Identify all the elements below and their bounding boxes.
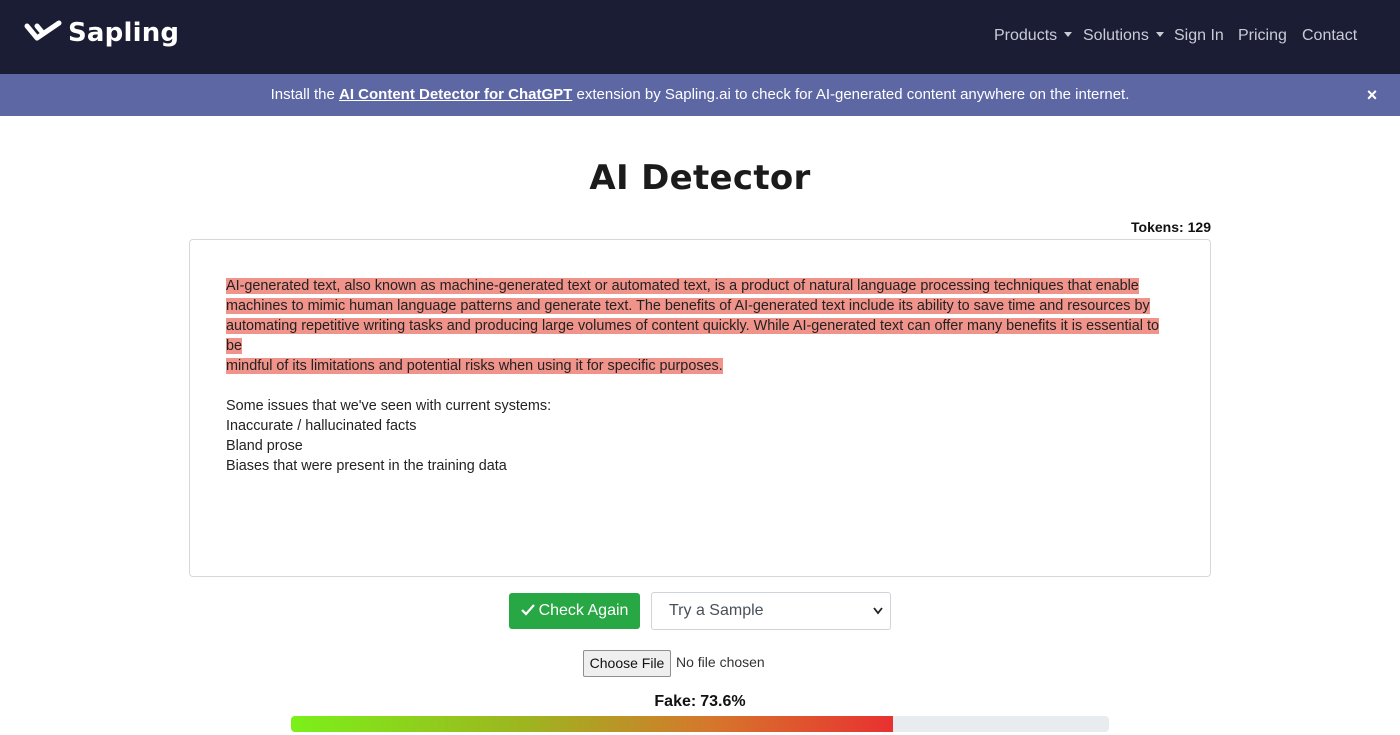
check-again-label: Check Again [538, 602, 629, 619]
nav-pricing[interactable]: Pricing [1238, 26, 1287, 46]
chevron-down-icon [1064, 32, 1073, 37]
nav-solutions[interactable]: Solutions [1083, 26, 1164, 46]
brand-logo[interactable]: Sapling [24, 16, 179, 50]
fake-score-bar-fill [291, 716, 894, 732]
check-icon [520, 593, 535, 629]
token-count: Tokens: 129 [1131, 219, 1211, 235]
text-line: Biases that were present in the training… [226, 458, 507, 474]
choose-file-button[interactable]: Choose File [583, 650, 671, 677]
text-line: Some issues that we've seen with current… [226, 398, 552, 414]
highlighted-line: AI-generated text, also known as machine… [226, 278, 1139, 294]
fake-score-label: Fake: [654, 693, 697, 710]
fake-score: Fake: 73.6% [0, 693, 1400, 711]
text-line: Bland prose [226, 438, 303, 454]
nav-products[interactable]: Products [994, 26, 1073, 46]
sample-select[interactable]: Try a Sample [651, 592, 891, 630]
extension-banner: Install the AI Content Detector for Chat… [0, 74, 1400, 116]
highlighted-paragraph: AI-generated text, also known as machine… [226, 276, 1174, 376]
sapling-logo-icon [24, 20, 62, 41]
nav-sign-in[interactable]: Sign In [1174, 26, 1224, 46]
brand-name: Sapling [68, 18, 180, 48]
highlighted-line: automating repetitive writing tasks and … [226, 318, 1159, 354]
page-title: AI Detector [589, 158, 811, 198]
text-line: Inaccurate / hallucinated facts [226, 418, 417, 434]
sample-select-value: Try a Sample [669, 602, 764, 619]
tokens-value: 129 [1187, 219, 1211, 235]
nav-products-label: Products [994, 27, 1058, 44]
tokens-label: Tokens: [1131, 219, 1184, 235]
navbar: Sapling Products Solutions Sign In Prici… [0, 0, 1400, 74]
fake-score-value: 73.6% [700, 693, 746, 710]
fake-score-bar [291, 716, 1109, 732]
banner-prefix: Install the [270, 86, 335, 103]
plain-paragraph: Some issues that we've seen with current… [226, 396, 1174, 476]
highlighted-line: machines to mimic human language pattern… [226, 298, 1150, 314]
close-icon[interactable]: × [1364, 86, 1380, 104]
chevron-down-icon [1155, 32, 1164, 37]
banner-suffix: extension by Sapling.ai to check for AI-… [576, 86, 1130, 103]
file-status: No file chosen [676, 654, 765, 670]
text-input-area[interactable]: AI-generated text, also known as machine… [189, 239, 1211, 577]
nav-contact[interactable]: Contact [1302, 26, 1357, 46]
highlighted-line: mindful of its limitations and potential… [226, 358, 723, 374]
chevron-down-icon [873, 607, 883, 615]
check-again-button[interactable]: Check Again [509, 593, 640, 629]
nav-solutions-label: Solutions [1083, 27, 1149, 44]
banner-extension-link[interactable]: AI Content Detector for ChatGPT [339, 86, 572, 103]
